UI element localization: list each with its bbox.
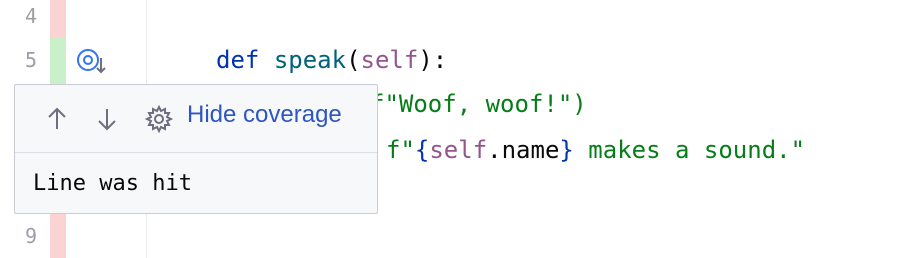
line-number-5: 5 [24, 48, 38, 72]
keyword: def [216, 46, 260, 74]
code-line-7[interactable]: f"{self.name} makes a sound." [386, 136, 805, 164]
function-name: speak [273, 46, 347, 74]
self-ref: self [429, 136, 488, 164]
fstring-rest: makes a sound." [573, 136, 806, 164]
fstring-prefix: f" [386, 136, 415, 164]
code-line-6[interactable]: f"Woof, woof!") [370, 90, 587, 118]
paren-close: ): [418, 46, 448, 74]
brace-close: } [559, 136, 574, 164]
self-param: self [360, 46, 419, 74]
arrow-up-icon[interactable] [41, 103, 73, 135]
gear-icon[interactable] [143, 103, 175, 135]
coverage-target-icon[interactable] [76, 46, 108, 76]
string-literal: f"Woof, woof!") [370, 90, 587, 118]
coverage-popup: Hide coverage Line was hit [14, 84, 378, 214]
coverage-hit-strip[interactable] [50, 38, 66, 84]
coverage-miss-strip[interactable] [50, 0, 66, 38]
attribute: .name [487, 136, 560, 164]
arrow-down-icon[interactable] [91, 103, 123, 135]
line-number-4: 4 [24, 4, 38, 28]
line-number-9: 9 [24, 224, 38, 248]
paren-open: ( [346, 46, 361, 74]
code-line-5[interactable]: def speak(self): [216, 46, 447, 74]
coverage-status-text: Line was hit [33, 171, 192, 196]
hide-coverage-link[interactable]: Hide coverage [187, 101, 342, 129]
coverage-miss-strip[interactable] [50, 214, 66, 258]
brace-open: { [414, 136, 430, 164]
popup-toolbar: Hide coverage [15, 85, 377, 153]
